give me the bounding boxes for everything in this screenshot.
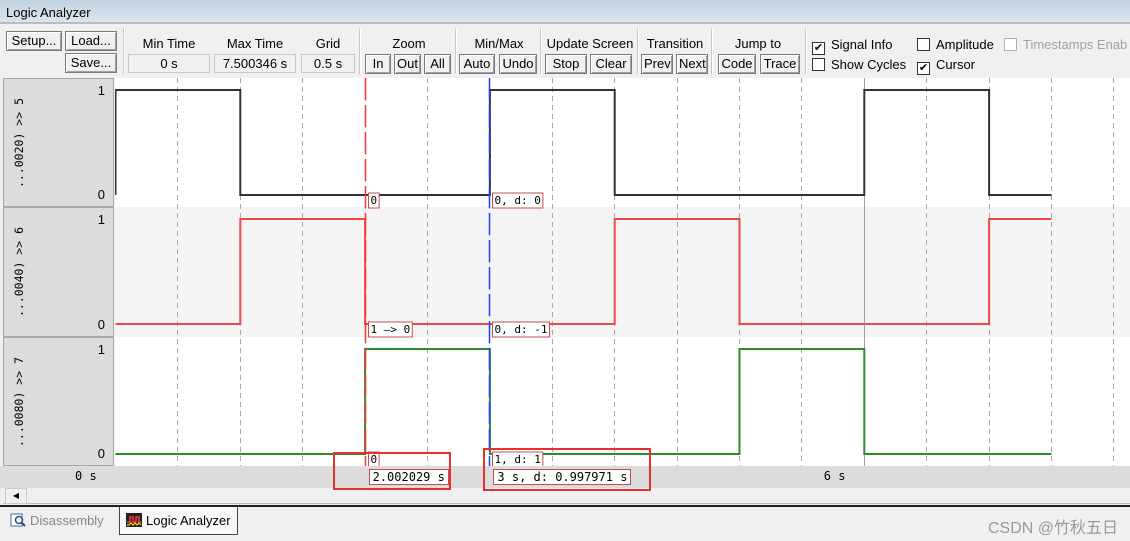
max-time-value: 7.500346 s (214, 54, 296, 73)
toolbar-separator (359, 28, 361, 74)
svg-text:1 —> 0: 1 —> 0 (371, 323, 411, 336)
signal-name: ...0040) >> 6 (12, 226, 27, 318)
toolbar-separator (637, 28, 639, 74)
minmax-undo-button[interactable]: Undo (499, 54, 537, 74)
svg-text:1, d: 1: 1, d: 1 (495, 453, 541, 466)
grid-value: 0.5 s (301, 54, 355, 73)
signal-label-1[interactable]: ...0040) >> 6 1 0 (3, 207, 114, 337)
signal-low-label: 0 (97, 187, 105, 202)
svg-text:0, d: -1: 0, d: -1 (495, 323, 548, 336)
toolbar: Setup... Load... Save... Min Time 0 s Ma… (0, 26, 1130, 76)
signal-low-label: 0 (97, 446, 105, 461)
max-time-label: Max Time (226, 36, 284, 51)
toolbar-separator (711, 28, 713, 74)
time-axis: 0 s 6 s 2.002029 s 3 s, d: 0.997971 s (0, 466, 1130, 488)
watermark: CSDN @竹秋五日 (987, 520, 1118, 537)
blue-cursor-time-label: 3 s, d: 0.997971 s (493, 469, 632, 485)
zoom-in-button[interactable]: In (365, 54, 391, 74)
red-cursor-value-label: 0 (368, 451, 380, 468)
toolbar-separator (805, 28, 807, 74)
transition-next-button[interactable]: Next (676, 54, 708, 74)
svg-text:0, d: 0: 0, d: 0 (495, 194, 541, 207)
load-button[interactable]: Load... (65, 31, 117, 51)
signal-name: ...0080) >> 7 (12, 356, 27, 447)
red-cursor-value-label: 1 —> 0 (368, 321, 413, 338)
window-title-bar: Logic Analyzer (0, 0, 1130, 24)
svg-text:0: 0 (371, 453, 378, 466)
time-tick-label: 6 s (823, 469, 846, 483)
min-time-value: 0 s (128, 54, 210, 73)
show-cycles-checkbox[interactable]: Show Cycles (812, 57, 906, 72)
update-stop-button[interactable]: Stop (545, 54, 587, 74)
lane-background (115, 78, 1130, 207)
scroll-left-arrow-icon[interactable]: ◀ (5, 488, 27, 504)
toolbar-separator (455, 28, 457, 74)
red-cursor-value-label: 0 (368, 192, 380, 209)
blue-cursor-value-label: 1, d: 1 (492, 451, 544, 468)
lane-background (115, 337, 1130, 466)
minmax-auto-button[interactable]: Auto (459, 54, 495, 74)
toolbar-separator (540, 28, 542, 74)
disassembly-icon (10, 513, 26, 527)
waveform-plot[interactable]: 0 1 —> 0 0 0, d: 0 0, d: -1 1, d: 1 (115, 78, 1130, 490)
cursor-checkbox[interactable]: ✔ Cursor (917, 57, 975, 75)
horizontal-scrollbar[interactable]: ◀ (3, 488, 1130, 504)
red-cursor-time-label: 2.002029 s (368, 469, 449, 485)
grid-label: Grid (315, 36, 341, 51)
blue-cursor-value-label: 0, d: 0 (492, 192, 544, 209)
bottom-tab-bar: Disassembly Logic Analyzer (0, 507, 1130, 541)
blue-cursor-value-label: 0, d: -1 (492, 321, 550, 338)
window-title: Logic Analyzer (6, 5, 91, 20)
signal-high-label: 1 (97, 342, 105, 357)
update-clear-button[interactable]: Clear (590, 54, 632, 74)
lane-background (115, 207, 1130, 337)
setup-button[interactable]: Setup... (6, 31, 62, 51)
signal-label-0[interactable]: ...0020) >> 5 1 0 (3, 78, 114, 207)
timestamps-checkbox: Timestamps Enab (1004, 37, 1127, 52)
zoom-out-button[interactable]: Out (394, 54, 421, 74)
signal-high-label: 1 (97, 212, 105, 227)
signal-label-2[interactable]: ...0080) >> 7 1 0 (3, 337, 114, 466)
save-button[interactable]: Save... (65, 53, 117, 73)
zoom-all-button[interactable]: All (424, 54, 451, 74)
min-time-label: Min Time (142, 36, 196, 51)
checkbox-check-icon: ✔ (917, 62, 930, 75)
signal-low-label: 0 (97, 317, 105, 332)
jump-trace-button[interactable]: Trace (760, 54, 800, 74)
amplitude-checkbox[interactable]: Amplitude (917, 37, 994, 52)
jump-to-label: Jump to (734, 36, 782, 51)
logic-analyzer-icon (126, 513, 142, 527)
transition-prev-button[interactable]: Prev (641, 54, 673, 74)
signal-label-column: ...0020) >> 5 1 0 ...0040) >> 6 1 0 ...0… (0, 78, 115, 466)
minmax-group-label: Min/Max (474, 36, 524, 51)
signal-info-checkbox[interactable]: ✔ Signal Info (812, 37, 892, 55)
tab-logic-analyzer[interactable]: Logic Analyzer (119, 507, 238, 535)
svg-text:0: 0 (371, 194, 378, 207)
toolbar-separator (123, 28, 125, 74)
tab-disassembly[interactable]: Disassembly (4, 507, 110, 535)
time-tick-label: 0 s (75, 469, 97, 483)
update-screen-label: Update Screen (546, 36, 634, 51)
signal-name: ...0020) >> 5 (12, 97, 27, 188)
checkbox-check-icon: ✔ (812, 42, 825, 55)
jump-code-button[interactable]: Code (718, 54, 756, 74)
transition-group-label: Transition (646, 36, 704, 51)
signal-high-label: 1 (97, 83, 105, 98)
zoom-group-label: Zoom (392, 36, 426, 51)
